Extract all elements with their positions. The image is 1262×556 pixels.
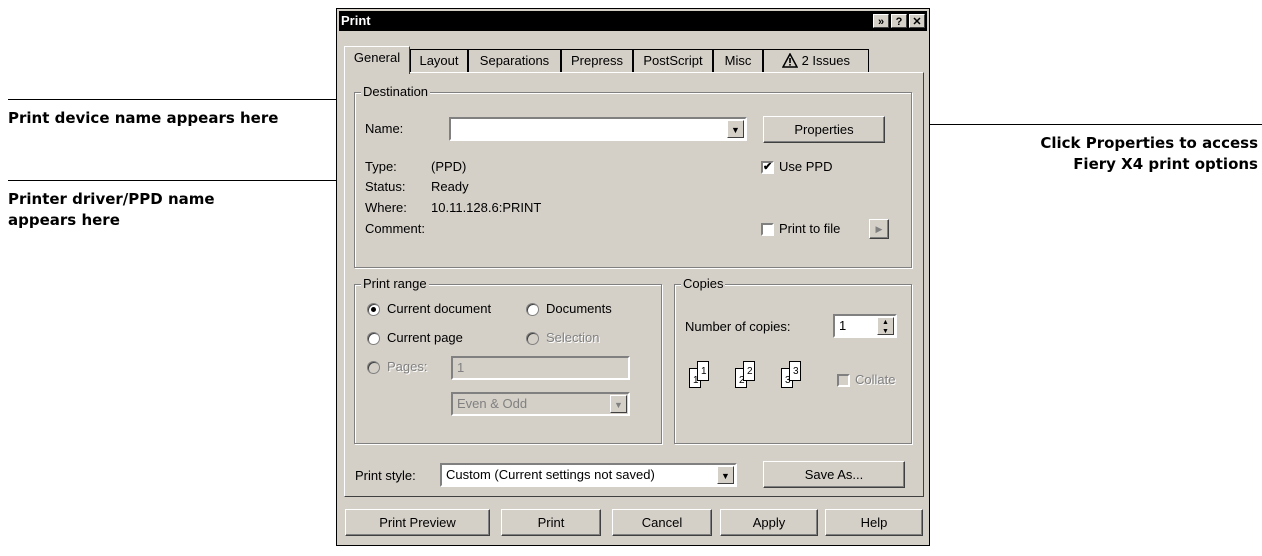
status-label: Status:: [365, 179, 406, 194]
tab-layout[interactable]: Layout: [410, 49, 468, 73]
number-of-copies-label: Number of copies:: [685, 319, 791, 334]
tab-separations[interactable]: Separations: [468, 49, 561, 73]
selection-radio[interactable]: [526, 332, 539, 345]
tab-issues-label: 2 Issues: [801, 53, 851, 68]
print-style-value: Custom (Current settings not saved): [446, 467, 655, 482]
callout-properties-line-2: Fiery X4 print options: [1073, 155, 1258, 173]
use-ppd-checkbox[interactable]: ✔: [761, 161, 774, 174]
print-dialog: Print » ? ✕ General Layout Separations P…: [336, 8, 930, 546]
tab-issues[interactable]: 2 Issues: [763, 49, 869, 73]
tab-misc[interactable]: Misc: [713, 49, 763, 73]
print-preview-button[interactable]: Print Preview: [345, 509, 490, 536]
tab-postscript[interactable]: PostScript: [633, 49, 713, 73]
chevron-down-icon[interactable]: ▼: [610, 395, 627, 413]
name-dropdown[interactable]: ▼: [449, 117, 747, 141]
dialog-title: Print: [341, 13, 371, 28]
copies-group: Copies Number of copies: 1 ▲ ▼ 1 1 2 2 3 …: [674, 276, 912, 444]
tab-prepress[interactable]: Prepress: [561, 49, 633, 73]
print-range-group: Print range Current document Documents C…: [354, 276, 662, 444]
warning-triangle-icon: [781, 52, 799, 68]
page-subset-dropdown[interactable]: Even & Odd ▼: [451, 392, 630, 416]
chevron-down-icon[interactable]: ▼: [717, 466, 734, 484]
pages-radio[interactable]: [367, 361, 380, 374]
use-ppd-label[interactable]: Use PPD: [779, 159, 832, 175]
current-page-radio[interactable]: [367, 332, 380, 345]
print-style-label: Print style:: [355, 468, 416, 483]
callout-driver-line-1: Printer driver/PPD name: [8, 190, 215, 208]
title-bar: Print » ? ✕: [339, 11, 927, 31]
current-document-label[interactable]: Current document: [387, 301, 491, 317]
tab-panel-general: Destination Name: ▼ Properties Type: (PP…: [344, 72, 924, 497]
destination-group: Destination Name: ▼ Properties Type: (PP…: [354, 84, 912, 268]
copies-value: 1: [839, 318, 847, 333]
collate-checkbox[interactable]: [837, 374, 850, 387]
page-icon: 2: [743, 361, 755, 381]
apply-button[interactable]: Apply: [720, 509, 818, 536]
leader-line-properties: [885, 124, 1262, 125]
documents-radio[interactable]: [526, 303, 539, 316]
pages-label[interactable]: Pages:: [387, 359, 427, 375]
save-as-button[interactable]: Save As...: [763, 461, 905, 488]
collate-label[interactable]: Collate: [855, 372, 895, 388]
spinner-icon[interactable]: ▲ ▼: [877, 317, 894, 335]
print-to-file-checkbox[interactable]: [761, 223, 774, 236]
destination-legend: Destination: [361, 84, 431, 100]
where-label: Where:: [365, 200, 407, 215]
current-page-label[interactable]: Current page: [387, 330, 463, 346]
type-value: (PPD): [431, 159, 467, 174]
where-value: 10.11.128.6:PRINT: [431, 200, 542, 215]
comment-label: Comment:: [365, 221, 425, 236]
print-range-legend: Print range: [361, 276, 429, 292]
print-to-file-label[interactable]: Print to file: [779, 221, 840, 237]
status-value: Ready: [431, 179, 469, 194]
close-icon[interactable]: ✕: [909, 14, 925, 28]
arrow-right-icon[interactable]: ▶: [869, 219, 889, 239]
name-label: Name:: [365, 121, 404, 136]
page-icon: 1: [697, 361, 709, 381]
current-document-radio[interactable]: [367, 303, 380, 316]
context-help-icon[interactable]: »: [873, 14, 889, 28]
documents-label[interactable]: Documents: [546, 301, 612, 317]
type-label: Type:: [365, 159, 397, 174]
help-icon[interactable]: ?: [891, 14, 907, 28]
callout-driver-name: Printer driver/PPD name appears here: [8, 189, 215, 231]
callout-properties: Click Properties to access Fiery X4 prin…: [1040, 133, 1258, 175]
page-subset-value: Even & Odd: [457, 396, 528, 411]
help-button[interactable]: Help: [825, 509, 923, 536]
chevron-down-icon[interactable]: ▼: [727, 120, 744, 138]
page-icon: 3: [789, 361, 801, 381]
callout-driver-line-2: appears here: [8, 211, 120, 229]
copies-spinner-input[interactable]: 1 ▲ ▼: [833, 314, 897, 338]
print-button[interactable]: Print: [501, 509, 601, 536]
print-style-dropdown[interactable]: Custom (Current settings not saved) ▼: [440, 463, 737, 487]
properties-button[interactable]: Properties: [763, 116, 885, 143]
tab-general[interactable]: General: [344, 46, 410, 74]
copies-legend: Copies: [681, 276, 726, 292]
selection-label[interactable]: Selection: [546, 330, 599, 346]
pages-input[interactable]: 1: [451, 356, 630, 380]
callout-properties-line-1: Click Properties to access: [1040, 134, 1258, 152]
callout-device-name: Print device name appears here: [8, 109, 279, 127]
cancel-button[interactable]: Cancel: [612, 509, 712, 536]
